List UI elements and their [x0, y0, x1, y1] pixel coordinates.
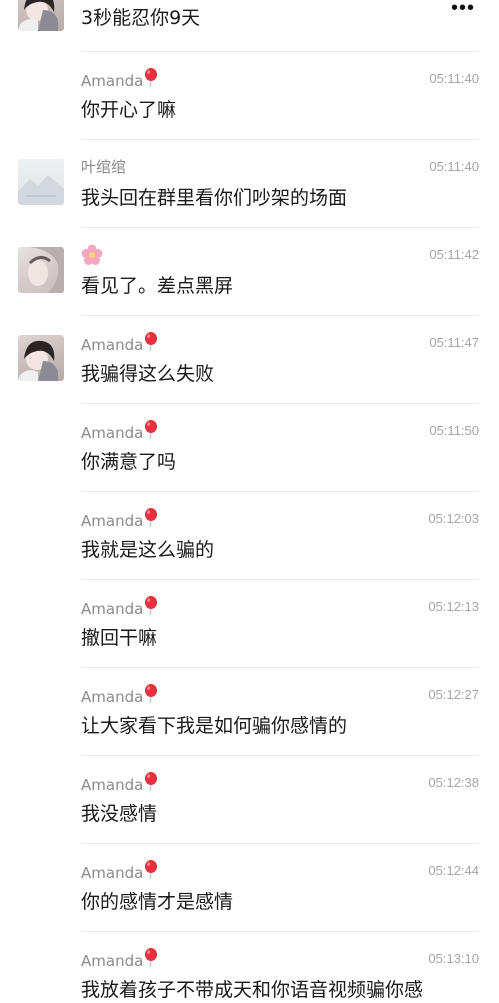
- pink-flower-icon: [81, 244, 103, 265]
- message-item: Amanda 05:12:13 撤回干嘛: [0, 580, 499, 668]
- message-time: 05:12:44: [428, 863, 479, 878]
- red-balloon-icon: [145, 68, 158, 87]
- message-text[interactable]: 撤回干嘛: [81, 624, 157, 652]
- message-time: 05:12:27: [428, 687, 479, 702]
- message-item: Amanda 05:12:38 我没感情: [0, 756, 499, 844]
- red-balloon-icon: [145, 948, 158, 967]
- red-balloon-icon: [145, 596, 158, 615]
- red-balloon-icon: [145, 860, 158, 879]
- sender-name: Amanda: [81, 420, 158, 444]
- message-text[interactable]: 我头回在群里看你们吵架的场面: [81, 184, 347, 212]
- sender-name: [81, 244, 103, 267]
- message-text[interactable]: 我没感情: [81, 800, 157, 828]
- sender-name: Amanda: [81, 948, 158, 972]
- message-text[interactable]: 看见了。差点黑屏: [81, 272, 233, 300]
- message-text[interactable]: 你开心了嘛: [81, 96, 176, 124]
- sender-name: 叶绾绾: [81, 158, 127, 176]
- message-time: 05:11:40: [429, 71, 479, 86]
- avatar-amanda[interactable]: [18, 335, 64, 381]
- message-time: 05:13:10: [428, 951, 479, 966]
- message-time: 05:11:42: [429, 247, 479, 262]
- message-item: Amanda 05:12:44 你的感情才是感情: [0, 844, 499, 932]
- message-item: Amanda 05:12:03 我就是这么骗的: [0, 492, 499, 580]
- sender-name: Amanda: [81, 772, 158, 796]
- message-time: 05:12:03: [428, 511, 479, 526]
- avatar-ye-wanwan[interactable]: [18, 159, 64, 205]
- red-balloon-icon: [145, 332, 158, 351]
- message-item: Amanda 05:11:40 你开心了嘛: [0, 52, 499, 140]
- sender-name: Amanda: [81, 508, 158, 532]
- message-text[interactable]: 让大家看下我是如何骗你感情的: [81, 712, 347, 740]
- message-item: 3秒能忍你9天: [0, 0, 499, 52]
- sender-name: Amanda: [81, 684, 158, 708]
- message-time: 05:12:38: [428, 775, 479, 790]
- red-balloon-icon: [145, 420, 158, 439]
- message-text[interactable]: 你的感情才是感情: [81, 888, 233, 916]
- message-text[interactable]: 3秒能忍你9天: [81, 4, 200, 32]
- message-text[interactable]: 我放着孩子不带成天和你语音视频骗你感: [81, 976, 423, 1003]
- avatar-flower-user[interactable]: [18, 247, 64, 293]
- message-text[interactable]: 我骗得这么失败: [81, 360, 214, 388]
- sender-name: Amanda: [81, 68, 158, 92]
- message-time: 05:11:50: [429, 423, 479, 438]
- message-item: Amanda 05:12:27 让大家看下我是如何骗你感情的: [0, 668, 499, 756]
- red-balloon-icon: [145, 508, 158, 527]
- red-balloon-icon: [145, 684, 158, 703]
- red-balloon-icon: [145, 772, 158, 791]
- message-item: Amanda 05:11:50 你满意了吗: [0, 404, 499, 492]
- message-time: 05:11:47: [429, 335, 479, 350]
- message-time: 05:12:13: [428, 599, 479, 614]
- sender-name: Amanda: [81, 860, 158, 884]
- message-item: Amanda 05:13:10 我放着孩子不带成天和你语音视频骗你感: [0, 932, 499, 1003]
- message-item: 05:11:42 看见了。差点黑屏: [0, 228, 499, 316]
- avatar-amanda[interactable]: [18, 0, 64, 31]
- sender-name: Amanda: [81, 596, 158, 620]
- message-text[interactable]: 你满意了吗: [81, 448, 176, 476]
- message-text[interactable]: 我就是这么骗的: [81, 536, 214, 564]
- message-time: 05:11:40: [429, 159, 479, 174]
- message-item: 叶绾绾 05:11:40 我头回在群里看你们吵架的场面: [0, 140, 499, 228]
- sender-name: Amanda: [81, 332, 158, 356]
- message-item: Amanda 05:11:47 我骗得这么失败: [0, 316, 499, 404]
